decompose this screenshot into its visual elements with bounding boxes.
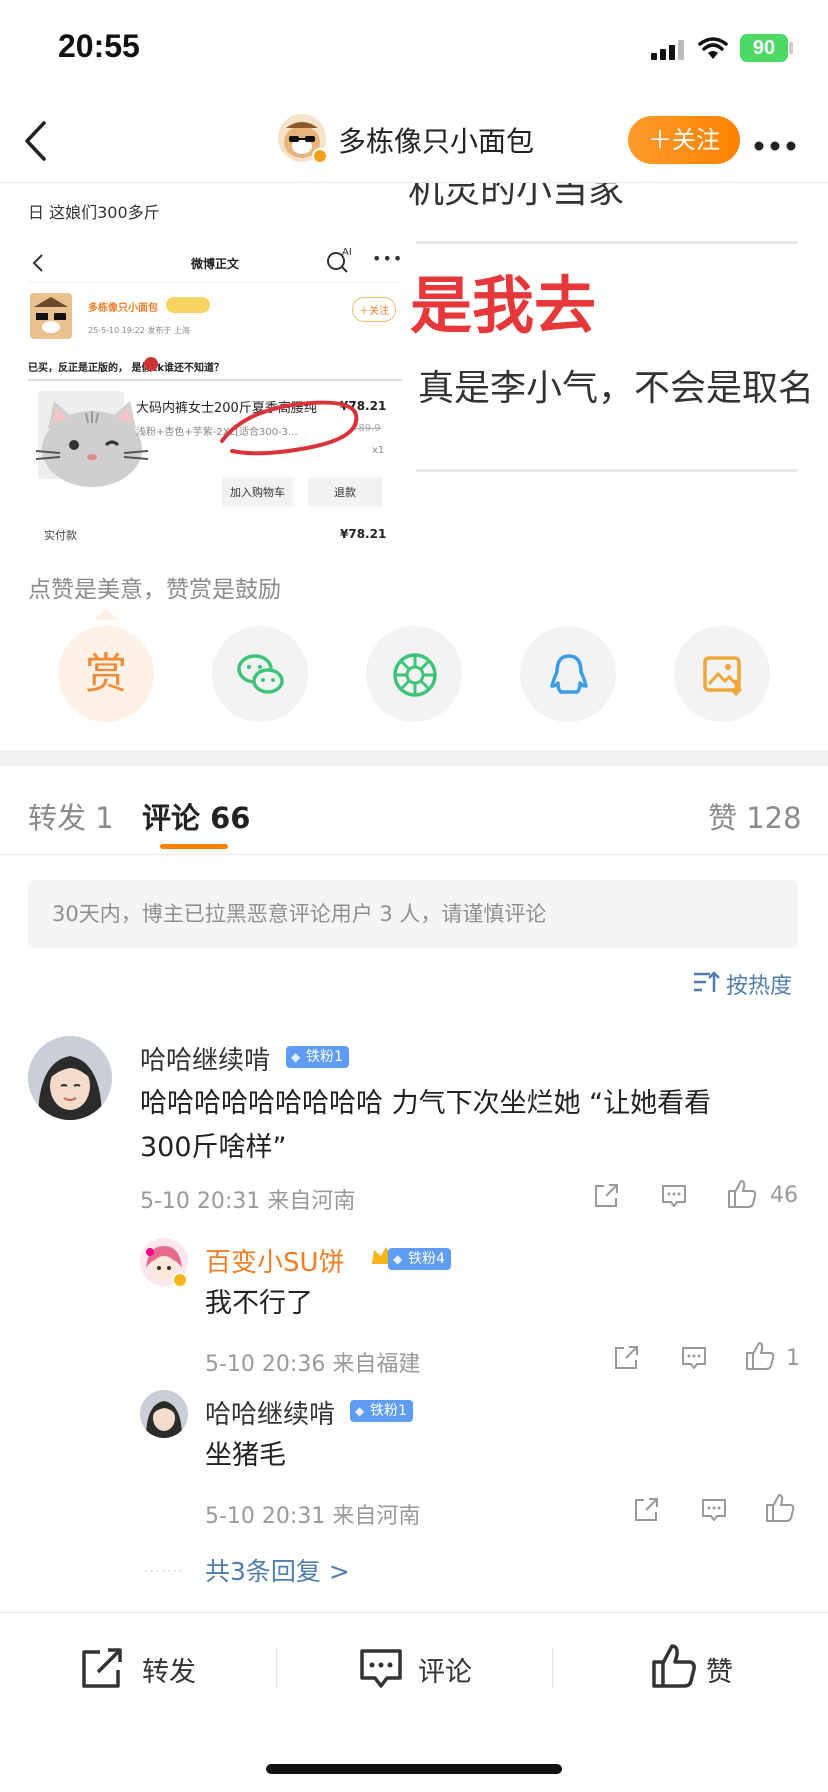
reply2-meta: 5-10 20:31 来自河南 [205, 1504, 421, 1529]
section-separator [0, 750, 828, 766]
screenshot-divider-2 [28, 379, 402, 381]
like-bottom-icon [650, 1642, 696, 1694]
reward-pointer [94, 608, 118, 620]
screenshot-quantity: x1 [372, 445, 385, 456]
save-image-button[interactable] [674, 626, 770, 722]
reply-verified-icon [172, 1272, 188, 1288]
share-moments-button[interactable] [366, 626, 462, 722]
screenshot-more-icon: ••• [372, 249, 404, 268]
reward-button[interactable]: 赏 [58, 626, 154, 722]
blacklist-notice: 30天内，博主已拉黑恶意评论用户 3 人，请谨慎评论 [28, 880, 798, 948]
post-image-gallery[interactable]: 日 这娘们300多斤 微博正文 AI ••• 多栋像只小面包 ＋关注 25-5-… [0, 183, 828, 555]
verified-badge-icon [312, 148, 328, 164]
screenshot-paid-value: ¥78.21 [340, 527, 387, 541]
screenshot-top-text: 日 这娘们300多斤 [28, 203, 160, 222]
like-label: 赞 [706, 1657, 733, 1688]
comment-icon [358, 1646, 404, 1694]
commenter-name[interactable]: 哈哈继续啃 [140, 1040, 270, 1077]
tab-active-indicator [160, 844, 228, 849]
reply2-reply-icon[interactable] [700, 1496, 728, 1524]
like-button[interactable]: 赞 [650, 1640, 770, 1696]
reply2-user-name[interactable]: 哈哈继续啃 [205, 1394, 335, 1431]
forward-button[interactable]: 转发 [80, 1642, 230, 1696]
like-count: 46 [770, 1183, 798, 1208]
screenshot-add-cart: 加入购物车 [222, 477, 293, 507]
reply-reply-icon[interactable] [680, 1344, 708, 1372]
cat-sticker-icon [32, 393, 152, 493]
cropped-line-2 [416, 469, 798, 472]
wifi-icon [698, 37, 728, 65]
follow-button[interactable]: ＋关注 [628, 116, 740, 164]
reply2-like-icon[interactable] [764, 1492, 796, 1524]
cropped-text-top: 机灵的小当家 [408, 183, 625, 211]
bottom-bar-divider [0, 1612, 828, 1613]
tab-forward[interactable]: 转发 1 [28, 795, 114, 837]
cropped-text-mid: 真是李小气，不会是取名 [418, 368, 815, 409]
screenshot-divider [28, 281, 402, 282]
reward-hint: 点赞是美意，赞赏是鼓励 [28, 577, 281, 603]
reply-dots: ······· [144, 1564, 185, 1578]
forward-icon [80, 1646, 126, 1694]
reply2-fan-badge: 铁粉1 [350, 1400, 413, 1422]
screenshot-search-icon [326, 251, 348, 277]
tab-like[interactable]: 赞 128 [708, 795, 802, 837]
home-indicator [266, 1764, 562, 1774]
cropped-line-1 [416, 241, 798, 244]
signal-icon [651, 40, 685, 64]
more-icon[interactable] [754, 136, 796, 155]
tab-comment[interactable]: 评论 66 [142, 795, 250, 837]
screenshot-image[interactable]: 日 这娘们300多斤 微博正文 AI ••• 多栋像只小面包 ＋关注 25-5-… [0, 183, 416, 555]
red-scribble-annotation [212, 393, 362, 467]
back-icon[interactable] [22, 120, 48, 166]
screenshot-paid-label: 实付款 [44, 529, 77, 542]
reply-meta: 5-10 20:36 来自福建 [205, 1352, 421, 1377]
screenshot-follow: ＋关注 [352, 297, 396, 322]
battery-cap [789, 42, 793, 54]
bottom-separator [276, 1648, 277, 1688]
author-name[interactable]: 多栋像只小面包 [338, 120, 534, 160]
reply-share-icon[interactable] [612, 1344, 640, 1372]
reply2-text: 坐猪毛 [205, 1440, 286, 1471]
forward-label: 转发 [142, 1657, 196, 1688]
reply-icon[interactable] [660, 1182, 688, 1210]
share-qq-button[interactable] [520, 626, 616, 722]
screenshot-back-icon [32, 253, 44, 277]
screenshot-ladybug-icon [144, 357, 158, 371]
reply2-share-icon[interactable] [632, 1496, 660, 1524]
sort-icon[interactable] [692, 970, 720, 998]
screenshot-post: 已买，反正是正版的， 是假ck谁还不知道？ [28, 363, 225, 374]
tabs-divider [0, 854, 828, 855]
bottom-separator-2 [552, 1648, 553, 1688]
screenshot-refund: 退款 [308, 477, 382, 507]
reply-like-icon[interactable] [744, 1340, 776, 1372]
comment-button[interactable]: 评论 [358, 1642, 508, 1696]
like-icon[interactable] [726, 1178, 758, 1210]
screenshot-meta: 25-5-10 19:22 发布于 上海 [88, 326, 190, 335]
reward-label: 赏 [84, 649, 127, 698]
cropped-text-image[interactable]: 机灵的小当家 是我去 真是李小气，不会是取名 [408, 183, 828, 555]
reply-text: 我不行了 [205, 1288, 313, 1319]
screenshot-crown-icon [166, 297, 210, 313]
share-wechat-button[interactable] [212, 626, 308, 722]
reply2-avatar[interactable] [140, 1390, 188, 1438]
share-comment-icon[interactable] [592, 1182, 620, 1210]
reply-fan-badge: 铁粉4 [388, 1248, 451, 1270]
cropped-red-text: 是我去 [410, 269, 597, 342]
sort-label[interactable]: 按热度 [726, 968, 792, 1000]
screenshot-header-title: 微博正文 [191, 257, 240, 271]
comment-meta: 5-10 20:31 来自河南 [140, 1189, 356, 1214]
more-replies-link[interactable]: 共3条回复 > [205, 1552, 350, 1588]
fan-badge: 铁粉1 [286, 1046, 349, 1068]
reply-user-name[interactable]: 百变小SU饼 [205, 1242, 345, 1279]
screenshot-avatar [30, 293, 72, 339]
comment-text-line1: 哈哈哈哈哈哈哈哈哈 力气下次坐烂她 “让她看看 [140, 1088, 712, 1119]
reply-like-count: 1 [786, 1346, 800, 1371]
battery-indicator: 90 [740, 34, 788, 62]
comment-label: 评论 [418, 1657, 472, 1688]
commenter-avatar[interactable] [28, 1036, 112, 1120]
status-time: 20:55 [58, 28, 140, 64]
screenshot-user: 多栋像只小面包 [88, 303, 158, 314]
comment-text-line2: 300斤啥样” [140, 1132, 287, 1163]
